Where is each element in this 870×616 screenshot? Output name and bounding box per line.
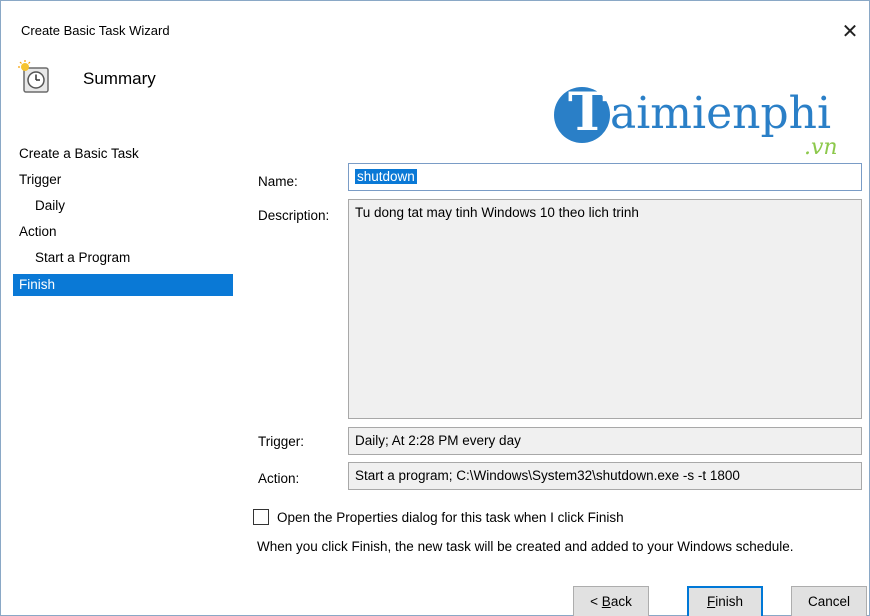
title-bar: Create Basic Task Wizard ✕: [1, 1, 869, 43]
step-finish[interactable]: Finish: [13, 274, 233, 296]
open-properties-option[interactable]: Open the Properties dialog for this task…: [253, 509, 624, 525]
cancel-button[interactable]: Cancel: [791, 586, 867, 616]
wizard-steps: Create a Basic Task Trigger Daily Action…: [13, 143, 235, 616]
page-title: Summary: [83, 69, 156, 88]
action-field: Start a program; C:\Windows\System32\shu…: [348, 462, 862, 490]
description-field[interactable]: Tu dong tat may tinh Windows 10 theo lic…: [348, 199, 862, 419]
trigger-value: Daily; At 2:28 PM every day: [355, 433, 521, 448]
step-trigger[interactable]: Trigger: [13, 169, 233, 191]
logo-letter: T: [568, 82, 607, 143]
description-value: Tu dong tat may tinh Windows 10 theo lic…: [355, 205, 639, 220]
logo-word: aimienphi: [610, 88, 832, 139]
trigger-label: Trigger:: [258, 434, 305, 449]
step-daily[interactable]: Daily: [13, 195, 233, 217]
finish-button[interactable]: Finish: [687, 586, 763, 616]
back-prefix: <: [590, 594, 602, 609]
action-label: Action:: [258, 471, 300, 486]
step-action[interactable]: Action: [13, 221, 233, 243]
name-value: shutdown: [355, 169, 417, 184]
back-button[interactable]: < Back: [573, 586, 649, 616]
action-value: Start a program; C:\Windows\System32\shu…: [355, 468, 740, 483]
step-start-a-program[interactable]: Start a Program: [13, 247, 233, 269]
wizard-window: Create Basic Task Wizard ✕ Summary T aim…: [0, 0, 870, 616]
finish-note: When you click Finish, the new task will…: [257, 539, 794, 554]
name-field[interactable]: shutdown: [348, 163, 862, 191]
back-rest: ack: [610, 594, 632, 609]
open-properties-label: Open the Properties dialog for this task…: [277, 509, 624, 525]
trigger-field: Daily; At 2:28 PM every day: [348, 427, 862, 455]
finish-mnemonic: F: [706, 594, 716, 609]
clock-task-icon: [18, 60, 49, 93]
window-title: Create Basic Task Wizard: [21, 23, 170, 38]
step-create-basic-task[interactable]: Create a Basic Task: [13, 143, 233, 165]
finish-rest: inish: [715, 594, 743, 609]
description-label: Description:: [258, 208, 330, 223]
open-properties-checkbox[interactable]: [253, 509, 269, 525]
back-mnemonic: B: [601, 594, 611, 609]
name-label: Name:: [258, 174, 298, 189]
